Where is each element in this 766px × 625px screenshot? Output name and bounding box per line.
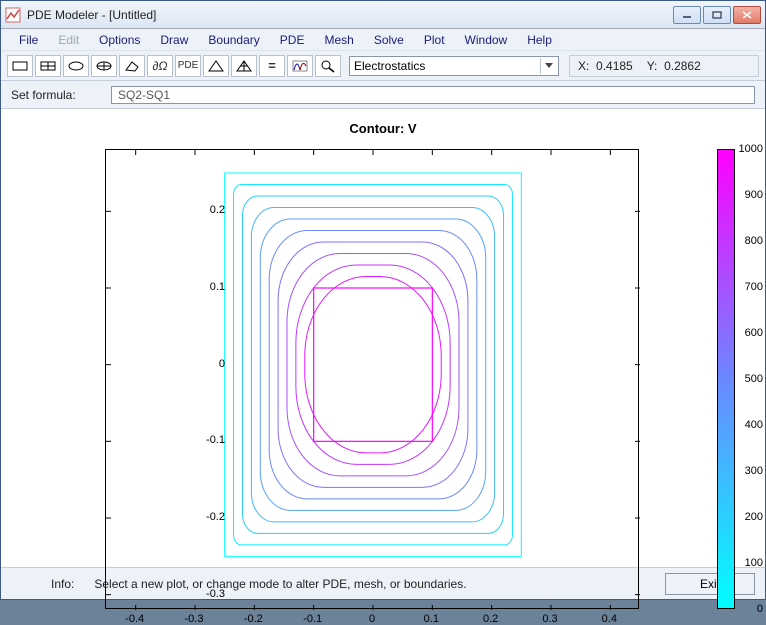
close-button[interactable] (733, 6, 761, 24)
coord-y-label: Y: (647, 59, 658, 73)
menu-pde[interactable]: PDE (270, 31, 315, 49)
x-tick-label: -0.2 (244, 613, 263, 625)
window-controls (673, 6, 761, 24)
colorbar-tick-label: 600 (745, 327, 763, 339)
coord-x-label: X: (578, 59, 589, 73)
colorbar-tick-label: 500 (745, 373, 763, 385)
mesh-refine-button[interactable] (231, 55, 257, 77)
app-window: PDE Modeler - [Untitled] FileEditOptions… (0, 0, 766, 600)
y-tick-label: -0.1 (206, 434, 225, 446)
colorbar-tick-label: 400 (745, 419, 763, 431)
formula-row: Set formula: (1, 81, 765, 109)
y-tick-label: -0.2 (206, 511, 225, 523)
zoom-button[interactable] (315, 55, 341, 77)
colorbar-tick-label: 200 (745, 511, 763, 523)
coord-x-value: 0.4185 (596, 59, 633, 73)
application-mode-dropdown[interactable]: Electrostatics (349, 56, 559, 76)
colorbar-tick-label: 300 (745, 465, 763, 477)
colorbar-tick-label: 0 (757, 603, 763, 615)
boundary-mode-button[interactable]: ∂Ω (147, 55, 173, 77)
menu-help[interactable]: Help (517, 31, 562, 49)
plot-title: Contour: V (1, 121, 765, 136)
menu-plot[interactable]: Plot (414, 31, 455, 49)
maximize-button[interactable] (703, 6, 731, 24)
x-tick-label: 0.3 (542, 613, 557, 625)
colorbar-tick-label: 100 (745, 557, 763, 569)
y-tick-label: 0 (219, 358, 225, 370)
app-icon (5, 7, 21, 23)
x-tick-label: -0.1 (303, 613, 322, 625)
menu-file[interactable]: File (9, 31, 48, 49)
colorbar-tick-label: 700 (745, 281, 763, 293)
menu-solve[interactable]: Solve (364, 31, 414, 49)
title-bar: PDE Modeler - [Untitled] (1, 1, 765, 29)
colorbar-tick-label: 1000 (739, 143, 763, 155)
x-tick-label: -0.3 (185, 613, 204, 625)
x-tick-label: -0.4 (125, 613, 144, 625)
y-tick-label: 0.1 (210, 281, 225, 293)
exit-button[interactable]: Exit (665, 573, 755, 595)
window-title: PDE Modeler - [Untitled] (27, 8, 673, 22)
menu-mesh[interactable]: Mesh (314, 31, 363, 49)
menu-bar: FileEditOptionsDrawBoundaryPDEMeshSolveP… (1, 29, 765, 51)
menu-window[interactable]: Window (455, 31, 518, 49)
y-tick-label: -0.3 (206, 588, 225, 600)
x-tick-label: 0.1 (424, 613, 439, 625)
formula-label: Set formula: (11, 88, 101, 102)
x-tick-label: 0.2 (483, 613, 498, 625)
draw-rectangle-center-button[interactable] (35, 55, 61, 77)
colorbar-tick-label: 900 (745, 189, 763, 201)
plot-axes (105, 149, 639, 609)
pde-mode-button[interactable]: PDE (175, 55, 201, 77)
draw-polygon-button[interactable] (119, 55, 145, 77)
coord-y-value: 0.2862 (664, 59, 701, 73)
draw-rectangle-button[interactable] (7, 55, 33, 77)
dropdown-value: Electrostatics (354, 59, 425, 73)
menu-boundary[interactable]: Boundary (198, 31, 269, 49)
draw-ellipse-button[interactable] (63, 55, 89, 77)
x-tick-label: 0 (369, 613, 375, 625)
plot-area[interactable]: Contour: V -0.3-0.2-0.100.10.2 -0.4-0.3-… (1, 109, 765, 567)
toolbar: ∂Ω PDE = Electrostatics X: 0.4185 Y: 0.2… (1, 51, 765, 81)
formula-input[interactable] (111, 86, 755, 104)
menu-draw[interactable]: Draw (150, 31, 198, 49)
colorbar (717, 149, 735, 609)
mesh-init-button[interactable] (203, 55, 229, 77)
info-label: Info: (51, 577, 74, 591)
y-tick-label: 0.2 (210, 204, 225, 216)
draw-ellipse-center-button[interactable] (91, 55, 117, 77)
menu-options[interactable]: Options (89, 31, 150, 49)
plot-button[interactable] (287, 55, 313, 77)
x-tick-label: 0.4 (602, 613, 617, 625)
contour-plot (106, 150, 640, 610)
menu-edit: Edit (48, 31, 89, 49)
minimize-button[interactable] (673, 6, 701, 24)
colorbar-tick-label: 800 (745, 235, 763, 247)
coordinate-readout: X: 0.4185 Y: 0.2862 (569, 55, 759, 77)
solve-button[interactable]: = (259, 55, 285, 77)
chevron-down-icon (540, 58, 556, 74)
